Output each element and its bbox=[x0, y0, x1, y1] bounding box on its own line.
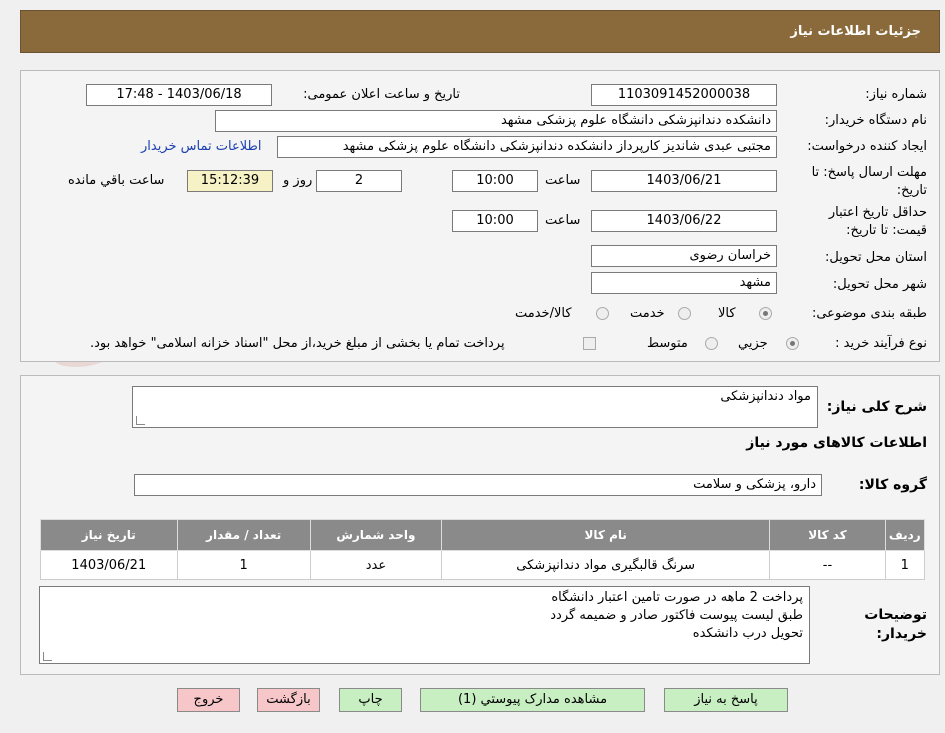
price-validity-label-2: قيمت: تا تاريخ: bbox=[846, 223, 927, 238]
col-row-number: ردیف bbox=[884, 519, 926, 551]
col-item-name: نام کالا bbox=[440, 519, 771, 551]
category-label: طبقه بندی موضوعی: bbox=[811, 306, 927, 321]
city-field: مشهد bbox=[591, 272, 777, 294]
days-label: روز و bbox=[283, 173, 313, 188]
reply-deadline-label-2: تاریخ: bbox=[896, 183, 927, 198]
description-label: شرح کلی نیاز: bbox=[826, 399, 927, 415]
col-need-date: تاریخ نیاز bbox=[40, 519, 178, 551]
reply-days-remaining: 2 bbox=[316, 170, 402, 192]
reply-deadline-time: 10:00 bbox=[452, 170, 538, 192]
buyer-note-line: تحویل درب دانشکده bbox=[692, 626, 803, 641]
purchase-type-option-minor: جزیي bbox=[738, 336, 768, 351]
view-attachments-button[interactable]: مشاهده مدارک پیوستي (1) bbox=[420, 688, 645, 712]
treasury-checkbox[interactable] bbox=[583, 337, 596, 350]
buyer-notes-field: پرداخت 2 ماهه در صورت تامین اعتبار دانشگ… bbox=[39, 586, 810, 664]
col-unit: واحد شمارش bbox=[309, 519, 442, 551]
goods-group-label: گروه کالا: bbox=[858, 477, 927, 493]
col-item-code: کد کالا bbox=[769, 519, 886, 551]
purchase-type-radio-medium[interactable] bbox=[705, 337, 718, 350]
buyer-contact-link[interactable]: اطلاعات تماس خریدار bbox=[141, 139, 261, 154]
goods-table: ردیف کد کالا نام کالا واحد شمارش تعداد /… bbox=[40, 519, 926, 580]
description-field: مواد دندانپزشکی bbox=[132, 386, 818, 428]
category-option-goods-service: کالا/خدمت bbox=[515, 306, 572, 321]
price-validity-time: 10:00 bbox=[452, 210, 538, 232]
exit-button[interactable]: خروج bbox=[177, 688, 240, 712]
reply-deadline-time-label: ساعت bbox=[545, 173, 581, 188]
price-validity-time-label: ساعت bbox=[545, 213, 581, 228]
purchase-type-option-medium: متوسط bbox=[647, 336, 688, 351]
cell-unit: عدد bbox=[309, 550, 442, 580]
price-validity-label-1: حداقل تاريخ اعتبار bbox=[828, 205, 927, 220]
category-radio-goods[interactable] bbox=[759, 307, 772, 320]
buyer-note-line: طبق لیست پیوست فاکتور صادر و ضمیمه گردد bbox=[550, 608, 803, 623]
price-validity-date: 1403/06/22 bbox=[591, 210, 777, 232]
table-row: 1 -- سرنگ قالبگیری مواد دندانپزشکی عدد 1… bbox=[40, 550, 926, 580]
buyer-notes-label-2: خریدار: bbox=[876, 626, 927, 642]
purchase-type-label: نوع فرآیند خرید : bbox=[835, 336, 927, 351]
cell-item-code: -- bbox=[769, 550, 886, 580]
cell-item-name: سرنگ قالبگیری مواد دندانپزشکی bbox=[440, 550, 771, 580]
category-radio-goods-service[interactable] bbox=[596, 307, 609, 320]
goods-section-title: اطلاعات کالاهای مورد نیاز bbox=[746, 435, 927, 451]
reply-deadline-date: 1403/06/21 bbox=[591, 170, 777, 192]
province-field: خراسان رضوی bbox=[591, 245, 777, 267]
page-header: جزئیات اطلاعات نیاز bbox=[20, 10, 940, 53]
province-label: استان محل تحویل: bbox=[825, 250, 927, 265]
resize-grip-icon[interactable] bbox=[136, 416, 145, 425]
requester-field: مجتبی عبدی شاندیز کارپرداز دانشکده دندان… bbox=[277, 136, 777, 158]
need-number-label: شماره نیاز: bbox=[865, 87, 927, 102]
treasury-note: پرداخت تمام یا بخشی از مبلغ خرید،از محل … bbox=[90, 336, 505, 351]
requester-label: ایجاد کننده درخواست: bbox=[807, 139, 927, 154]
category-option-goods: کالا bbox=[718, 306, 736, 321]
city-label: شهر محل تحویل: bbox=[832, 277, 927, 292]
description-text: مواد دندانپزشکی bbox=[720, 389, 811, 404]
cell-need-date: 1403/06/21 bbox=[40, 550, 178, 580]
category-option-service: خدمت bbox=[630, 306, 665, 321]
announce-datetime-label: تاریخ و ساعت اعلان عمومی: bbox=[303, 87, 460, 102]
print-button[interactable]: چاپ bbox=[339, 688, 402, 712]
buyer-org-field: دانشکده دندانپزشکی دانشگاه علوم پزشکی مش… bbox=[215, 110, 777, 132]
category-radio-service[interactable] bbox=[678, 307, 691, 320]
remaining-time-field: 15:12:39 bbox=[187, 170, 273, 192]
reply-deadline-label-1: مهلت ارسال پاسخ: تا bbox=[811, 165, 927, 180]
remaining-time-label: ساعت باقي مانده bbox=[68, 173, 165, 188]
buyer-org-label: نام دستگاه خریدار: bbox=[824, 113, 927, 128]
resize-grip-icon[interactable] bbox=[43, 652, 52, 661]
buyer-note-line: پرداخت 2 ماهه در صورت تامین اعتبار دانشگ… bbox=[551, 590, 803, 605]
col-quantity: تعداد / مقدار bbox=[176, 519, 311, 551]
cell-row-number: 1 bbox=[884, 550, 926, 580]
buyer-notes-label-1: توضیحات bbox=[864, 607, 927, 623]
purchase-type-radio-minor[interactable] bbox=[786, 337, 799, 350]
page-title: جزئیات اطلاعات نیاز bbox=[790, 24, 921, 39]
announce-datetime-field: 1403/06/18 - 17:48 bbox=[86, 84, 272, 106]
reply-button[interactable]: پاسخ به نیاز bbox=[664, 688, 788, 712]
need-number-field: 1103091452000038 bbox=[591, 84, 777, 106]
goods-group-field: دارو، پزشکی و سلامت bbox=[134, 474, 822, 496]
table-header-row: ردیف کد کالا نام کالا واحد شمارش تعداد /… bbox=[40, 519, 926, 551]
cell-quantity: 1 bbox=[176, 550, 311, 580]
back-button[interactable]: بازگشت bbox=[257, 688, 320, 712]
